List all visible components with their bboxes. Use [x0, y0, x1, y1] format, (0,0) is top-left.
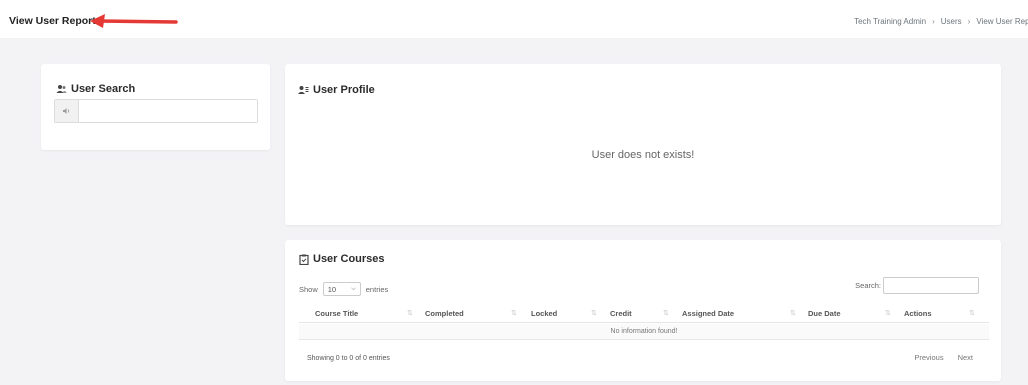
column-actions[interactable]: Actions: [904, 309, 932, 318]
next-button[interactable]: Next: [958, 353, 973, 362]
sort-icon: ⇅: [663, 310, 669, 317]
column-course-title[interactable]: Course Title: [315, 309, 358, 318]
table-header: Course Title ⇅ Completed ⇅ Locked ⇅ Cred…: [299, 302, 989, 323]
column-completed[interactable]: Completed: [425, 309, 464, 318]
column-credit[interactable]: Credit: [610, 309, 632, 318]
users-icon: [56, 84, 67, 95]
user-list-icon: [298, 85, 309, 96]
sort-icon: ⇅: [511, 310, 517, 317]
breadcrumb-item-current: View User Repo: [976, 17, 1028, 26]
user-search-title-text: User Search: [71, 83, 136, 95]
user-search-group: [54, 99, 258, 123]
empty-table-row: No information found!: [299, 324, 989, 340]
chevron-down-icon: ⌵: [351, 285, 356, 292]
red-arrow-annotation: [90, 14, 178, 28]
column-due-date[interactable]: Due Date: [808, 309, 841, 318]
sort-icon: ⇅: [407, 310, 413, 317]
page-size-select[interactable]: 10 ⌵: [322, 282, 361, 296]
breadcrumb-item-home[interactable]: Tech Training Admin: [854, 17, 926, 26]
chevron-right-icon: ›: [932, 17, 935, 26]
sort-icon: ⇅: [790, 310, 796, 317]
chevron-right-icon: ›: [967, 17, 971, 26]
breadcrumb-item-users[interactable]: Users: [941, 17, 962, 26]
pagination: Previous Next: [914, 353, 973, 362]
user-search-card: User Search: [41, 64, 270, 150]
previous-button[interactable]: Previous: [914, 353, 943, 362]
table-search: Search:: [855, 277, 979, 294]
show-label: Show: [299, 284, 318, 294]
table-search-label: Search:: [855, 281, 881, 290]
top-bar: View User Report Tech Training Admin › Use…: [0, 0, 1028, 38]
clipboard-icon: [298, 254, 309, 265]
page-size-value: 10: [327, 284, 337, 294]
column-locked[interactable]: Locked: [531, 309, 557, 318]
user-profile-title: User Profile: [298, 84, 375, 96]
table-search-input[interactable]: [883, 277, 979, 294]
breadcrumb: Tech Training Admin › Users › View User Repo: [854, 17, 1028, 26]
user-profile-title-text: User Profile: [313, 84, 375, 96]
column-assigned-date[interactable]: Assigned Date: [682, 309, 734, 318]
sort-icon: ⇅: [885, 310, 891, 317]
user-search-title: User Search: [56, 83, 135, 95]
speaker-icon: [55, 100, 79, 122]
user-not-found-message: User does not exists!: [591, 149, 695, 161]
user-courses-card: User Courses Show 10 ⌵ entries Search: C…: [285, 240, 1001, 381]
table-info: Showing 0 to 0 of 0 entries: [307, 355, 390, 362]
sort-icon: ⇅: [591, 310, 597, 317]
entries-label: entries: [365, 284, 389, 294]
user-courses-title: User Courses: [298, 253, 385, 265]
user-courses-title-text: User Courses: [313, 253, 385, 265]
user-search-input[interactable]: [79, 100, 257, 122]
entries-length-control: Show 10 ⌵ entries: [299, 282, 388, 296]
sort-icon: ⇅: [969, 310, 975, 317]
page-title: View User Report: [9, 15, 96, 27]
user-profile-card: User Profile User does not exists!: [285, 64, 1001, 225]
